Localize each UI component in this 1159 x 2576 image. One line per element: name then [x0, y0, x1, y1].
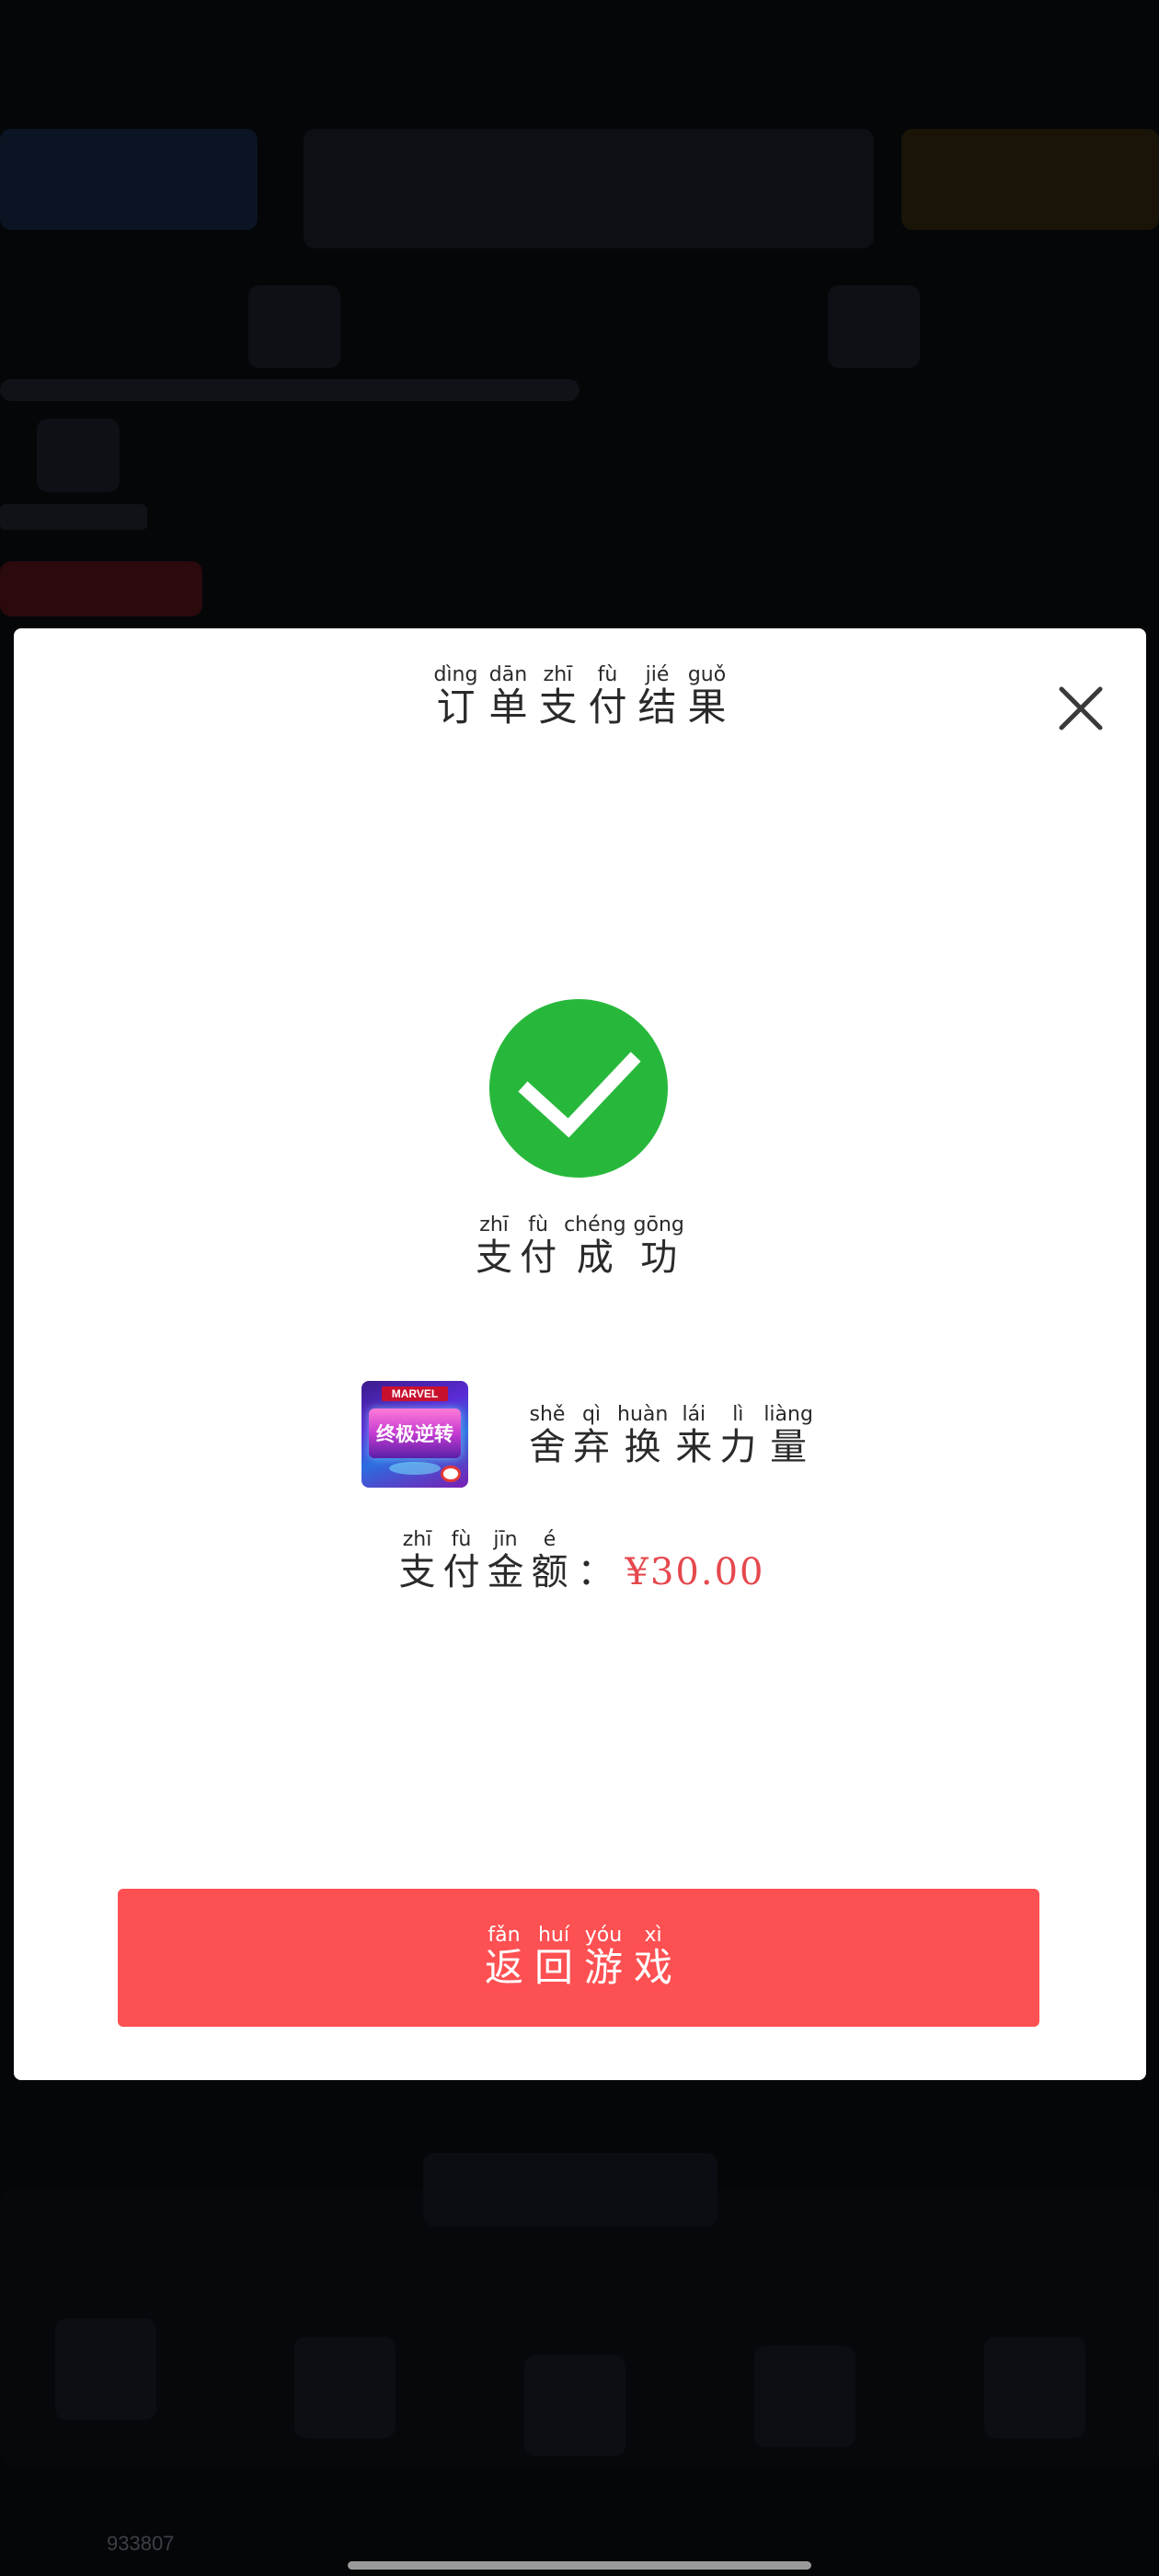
- return-to-game-button[interactable]: 返fǎn 回huí 游yóu 戏xì: [118, 1889, 1039, 2027]
- purchased-item: MARVEL 终极逆转 舍shě弃qì换huàn来lái力lì量liàng: [361, 1381, 821, 1495]
- product-char: 来lái: [675, 1403, 713, 1468]
- close-button[interactable]: [1049, 676, 1113, 741]
- payment-amount-row: 支zhī付fù金jīn额é： ¥30.00: [14, 1528, 1146, 1593]
- icon-brand-text: MARVEL: [382, 1386, 448, 1401]
- button-char: 返fǎn: [484, 1924, 523, 1990]
- status-char: 成chéng: [564, 1213, 626, 1279]
- icon-emblem: 终极逆转: [369, 1409, 461, 1458]
- button-char: 游yóu: [584, 1924, 624, 1990]
- product-char: 舍shě: [529, 1403, 566, 1468]
- background-icon: [754, 2346, 855, 2447]
- product-char: 量liàng: [763, 1403, 813, 1468]
- home-indicator[interactable]: [348, 2561, 811, 2570]
- background-bar: [0, 379, 580, 401]
- amount-label-char: 额é: [531, 1528, 568, 1593]
- game-app-icon: MARVEL 终极逆转: [361, 1381, 468, 1488]
- product-char: 换huàn: [617, 1403, 669, 1468]
- background-icon: [55, 2318, 156, 2420]
- background-banner: [304, 129, 874, 248]
- product-name: 舍shě弃qì换huàn来lái力lì量liàng: [525, 1403, 817, 1468]
- status-char: 功gōng: [633, 1213, 684, 1279]
- button-char: 回huí: [534, 1924, 573, 1990]
- amount-label-char: 金jīn: [487, 1528, 524, 1593]
- title-char: 支zhī: [538, 663, 578, 730]
- payment-result-dialog: 订dìng单dān支zhī付fù结jié果guǒ 支zhī付fù成chéng功g…: [14, 628, 1146, 2080]
- title-char: 单dān: [488, 663, 528, 730]
- background-tag: [0, 561, 202, 616]
- background-icon: [248, 285, 340, 368]
- background-bar: [0, 504, 147, 530]
- status-char: 付fù: [520, 1213, 557, 1279]
- background-banner: [0, 129, 258, 230]
- status-char: 支zhī: [476, 1213, 513, 1279]
- title-char: 结jié: [637, 663, 677, 730]
- background-icon: [37, 419, 120, 492]
- background-button: [423, 2153, 717, 2226]
- background-icon: [984, 2337, 1085, 2438]
- title-char: 付fù: [588, 663, 627, 730]
- title-char: 果guǒ: [687, 663, 727, 730]
- return-button-label: 返fǎn 回huí 游yóu 戏xì: [118, 1924, 1039, 1990]
- background-icon: [524, 2355, 625, 2456]
- title-char: 订dìng: [433, 663, 478, 730]
- amount-label-char: 支zhī: [398, 1528, 436, 1593]
- close-icon: [1059, 686, 1103, 730]
- background-icon: [828, 285, 920, 368]
- background-banner: [901, 129, 1159, 230]
- icon-title-text: 终极逆转: [376, 1423, 453, 1445]
- amount-colon: ：: [577, 1551, 614, 1593]
- button-char: 戏xì: [634, 1924, 673, 1990]
- product-char: 力lì: [719, 1403, 757, 1468]
- amount-label-char: 付fù: [442, 1528, 480, 1593]
- dialog-title: 订dìng单dān支zhī 付fù 结jié果guǒ: [14, 663, 1146, 730]
- footer-code: 933807: [107, 2532, 175, 2555]
- check-circle-icon: [489, 999, 668, 1178]
- background-icon: [294, 2337, 396, 2438]
- payment-status-text: 支zhī付fù成chéng功gōng: [14, 1213, 1146, 1279]
- product-char: 弃qì: [573, 1403, 610, 1468]
- icon-glow: [389, 1462, 441, 1475]
- publisher-logo-icon: [441, 1466, 461, 1482]
- payment-amount-value: ¥30.00: [625, 1551, 765, 1593]
